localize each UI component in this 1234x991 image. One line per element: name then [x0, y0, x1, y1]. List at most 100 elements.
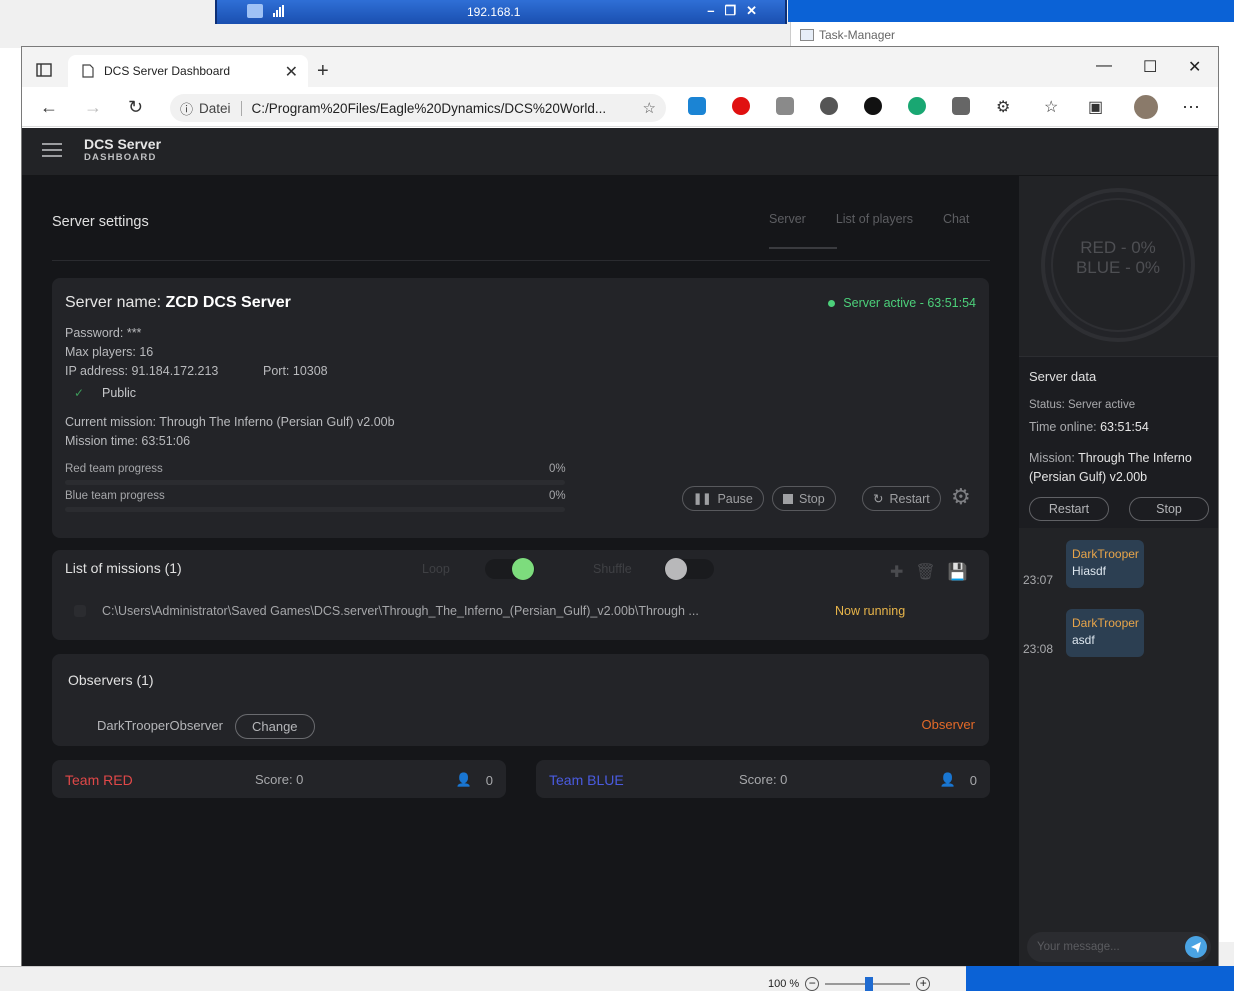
blue-progress-label: Blue team progress — [65, 490, 165, 502]
tab-list-of-players[interactable]: List of players — [836, 212, 913, 226]
profile-avatar[interactable] — [1134, 95, 1158, 119]
time-online: Time online: 63:51:54 — [1029, 420, 1149, 434]
back-icon[interactable]: ← — [40, 97, 58, 118]
zoom-in-icon[interactable]: + — [916, 977, 931, 991]
extension-dots-icon[interactable] — [820, 97, 838, 115]
server-name-value: ZCD DCS Server — [165, 294, 291, 311]
sidebar-restart-button[interactable]: Restart — [1029, 497, 1109, 521]
divider — [52, 260, 990, 261]
address-bar: ← → ↻ ⓘ Datei C:/Program%20Files/Eagle%2… — [22, 87, 1218, 127]
active-tab-indicator — [769, 247, 837, 249]
save-missions-icon[interactable]: 💾 — [948, 562, 968, 582]
browser-window: DCS Server Dashboard ✕ + — ☐ ✕ ← → ↻ ⓘ D… — [21, 46, 1219, 966]
change-button[interactable]: Change — [235, 714, 315, 739]
sidebar-stop-button[interactable]: Stop — [1129, 497, 1209, 521]
shuffle-toggle[interactable] — [664, 558, 714, 580]
red-progress-label: Red team progress — [65, 463, 163, 475]
server-data-title: Server data — [1029, 369, 1097, 384]
remote-ip: 192.168.1 — [467, 5, 521, 19]
team-red-score: Score: 0 — [255, 772, 304, 787]
loop-toggle[interactable] — [485, 558, 535, 580]
close-icon[interactable]: ✕ — [746, 3, 757, 19]
pause-button[interactable]: ❚❚ Pause — [682, 486, 764, 511]
extension-puzzle-dark-icon[interactable] — [952, 97, 970, 115]
zoom-slider[interactable] — [825, 977, 911, 991]
user-icon: 👤 — [939, 772, 956, 787]
extension-s-icon[interactable] — [688, 97, 706, 115]
minimize-icon[interactable]: – — [707, 3, 714, 19]
tab-bar: DCS Server Dashboard ✕ + — ☐ ✕ — [22, 47, 1218, 87]
port: Port: 10308 — [263, 364, 328, 378]
tab-actions-icon[interactable] — [36, 63, 52, 77]
zoom-out-icon[interactable]: − — [805, 977, 820, 991]
server-card: Server name: ZCD DCS Server Server activ… — [52, 278, 989, 538]
chat-text: Hiasdf — [1072, 564, 1107, 578]
extension-opera-icon[interactable] — [732, 97, 750, 115]
tab-server[interactable]: Server — [769, 212, 806, 226]
add-mission-icon[interactable]: ✚ — [890, 562, 903, 582]
desktop-background — [966, 966, 1234, 991]
forward-icon[interactable]: → — [84, 97, 102, 118]
team-blue-players: 👤 0 — [940, 772, 977, 788]
extension-circle-icon[interactable] — [864, 97, 882, 115]
info-icon[interactable]: ⓘ — [180, 99, 193, 118]
more-icon[interactable]: ⋯ — [1182, 97, 1200, 118]
tab-chat[interactable]: Chat — [943, 212, 969, 226]
stop-button[interactable]: Stop — [772, 486, 836, 511]
settings-gears-icon[interactable]: ⚙ — [951, 484, 971, 510]
red-progress-value: 0% — [549, 463, 566, 475]
url-field[interactable]: ⓘ Datei C:/Program%20Files/Eagle%20Dynam… — [170, 94, 666, 122]
zoom-level: 100 % — [768, 978, 800, 990]
ip-address: IP address: 91.184.172.213 — [65, 364, 219, 378]
background-window-left — [0, 48, 21, 968]
sidebar-mission: Mission: Through The Inferno (Persian Gu… — [1029, 449, 1209, 487]
sidebar: RED - 0% BLUE - 0% Server data Status: S… — [1019, 176, 1218, 966]
new-tab-icon[interactable]: + — [317, 60, 329, 83]
favorites-icon[interactable]: ☆ — [1044, 97, 1058, 117]
user-icon: 👤 — [455, 772, 472, 787]
maximize-icon[interactable]: ☐ — [1143, 57, 1157, 77]
collections-icon[interactable]: ▣ — [1088, 97, 1103, 117]
server-name: Server name: ZCD DCS Server — [65, 294, 291, 312]
time-online-value: 63:51:54 — [1100, 420, 1149, 434]
address-prefix: Datei — [199, 100, 242, 116]
missions-title: List of missions (1) — [65, 560, 182, 576]
zoom-slider-thumb[interactable] — [865, 977, 874, 991]
blue-progress-bar — [65, 507, 565, 512]
add-favorite-icon[interactable]: ☆ — [643, 99, 656, 117]
public-checkbox[interactable]: ✓ Public — [74, 386, 136, 400]
mission-checkbox[interactable] — [74, 605, 86, 617]
restart-label: Restart — [889, 491, 930, 506]
team-blue-name: Team BLUE — [549, 772, 624, 788]
menu-icon[interactable] — [42, 143, 62, 157]
restart-button[interactable]: ↻ Restart — [862, 486, 941, 511]
team-blue-card: Team BLUE Score: 0 👤 0 — [536, 760, 990, 798]
check-icon: ✓ — [74, 386, 85, 400]
ring-red-text: RED - 0% — [1080, 238, 1156, 257]
extension-shield-icon[interactable] — [776, 97, 794, 115]
zoom-control: 100 % − + — [768, 977, 931, 991]
extension-green-icon[interactable] — [908, 97, 926, 115]
restore-icon[interactable]: ❐ — [724, 3, 736, 19]
mission-row[interactable]: C:\Users\Administrator\Saved Games\DCS.s… — [74, 604, 974, 618]
tab-close-icon[interactable]: ✕ — [285, 62, 298, 82]
team-red-name: Team RED — [65, 772, 133, 788]
close-window-icon[interactable]: ✕ — [1188, 57, 1201, 77]
reload-icon[interactable]: ↻ — [128, 97, 143, 118]
send-icon[interactable] — [1185, 936, 1207, 958]
shuffle-toggle-knob — [665, 558, 687, 580]
extensions-icon[interactable]: ⚙ — [996, 97, 1010, 117]
browser-tab[interactable]: DCS Server Dashboard ✕ — [68, 55, 308, 87]
chat-message-input[interactable]: Your message... — [1027, 932, 1211, 962]
minimize-icon[interactable]: — — [1096, 57, 1112, 75]
brand-subtitle: DASHBOARD — [84, 152, 157, 163]
pin-icon[interactable] — [247, 4, 263, 18]
loop-label: Loop — [422, 562, 450, 576]
brand: DCS Server DASHBOARD — [84, 136, 161, 163]
mission-status: Now running — [835, 604, 906, 618]
status-bar: 100 % − + — [0, 966, 966, 991]
observer-name: DarkTrooperObserver — [97, 718, 223, 733]
blue-progress-value: 0% — [549, 490, 566, 502]
delete-mission-icon[interactable]: 🗑 — [915, 562, 935, 582]
server-name-label: Server name: — [65, 294, 162, 311]
